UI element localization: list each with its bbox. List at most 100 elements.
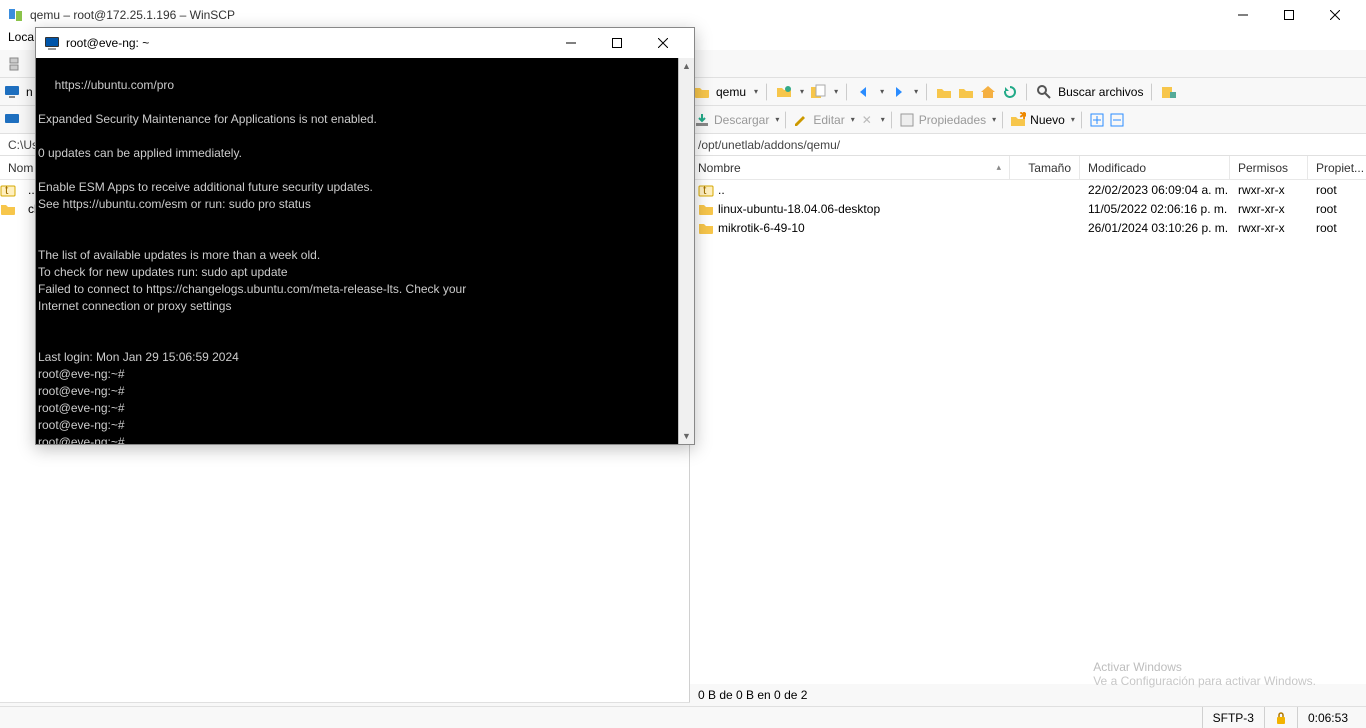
connection-status <box>1264 707 1297 728</box>
terminal-text: https://ubuntu.com/pro Expanded Security… <box>38 78 466 444</box>
chevron-down-icon[interactable]: ▾ <box>775 115 779 124</box>
separator <box>891 111 893 129</box>
folder-new-icon[interactable] <box>776 84 792 100</box>
scroll-down-icon[interactable]: ▼ <box>679 428 694 444</box>
chevron-down-icon[interactable]: ▾ <box>800 87 804 96</box>
scrollbar-track[interactable] <box>679 74 694 428</box>
svg-text:✱: ✱ <box>1019 112 1026 122</box>
separator <box>1081 111 1083 129</box>
file-modified: 11/05/2022 02:06:16 p. m. <box>1080 202 1230 216</box>
putty-icon <box>44 35 60 51</box>
terminal-scrollbar[interactable]: ▲ ▼ <box>678 58 694 444</box>
close-button[interactable] <box>1312 0 1358 30</box>
remote-panel-tools: Descargar ▾ Editar ▾ ✕ ▾ Propiedades ▾ ✱ Nue… <box>690 106 1366 134</box>
remote-list-header: Nombre ▴ Tamaño Modificado Permisos Propi… <box>690 156 1366 180</box>
folder-icon <box>0 201 16 217</box>
download-button[interactable]: Descargar <box>714 113 769 127</box>
terminal-titlebar[interactable]: root@eve-ng: ~ <box>36 28 694 58</box>
scroll-up-icon[interactable]: ▲ <box>679 58 694 74</box>
file-name: linux-ubuntu-18.04.06-desktop <box>718 202 880 216</box>
separator <box>1151 83 1153 101</box>
col-name-text: Nombre <box>698 161 741 175</box>
remote-list-body[interactable]: t..22/02/2023 06:09:04 a. m.rwxr-xr-xroo… <box>690 180 1366 686</box>
terminal-close-button[interactable] <box>640 28 686 58</box>
main-titlebar: qemu – root@172.25.1.196 – WinSCP <box>0 0 1366 30</box>
remote-folder-label[interactable]: qemu <box>716 85 746 99</box>
monitor-icon[interactable] <box>4 84 20 100</box>
terminal-maximize-button[interactable] <box>594 28 640 58</box>
folder-files-icon[interactable] <box>810 84 826 100</box>
separator <box>1002 111 1004 129</box>
chevron-down-icon[interactable]: ▾ <box>881 115 885 124</box>
folder-icon <box>694 84 710 100</box>
table-row[interactable]: linux-ubuntu-18.04.06-desktop 11/05/2022 … <box>690 199 1366 218</box>
file-owner: root <box>1308 202 1366 216</box>
chevron-down-icon[interactable]: ▾ <box>1071 115 1075 124</box>
col-name[interactable]: Nombre ▴ <box>690 156 1010 179</box>
folder-root-icon[interactable] <box>958 84 974 100</box>
col-size[interactable]: Tamaño <box>1010 156 1080 179</box>
folder-icon <box>698 201 714 217</box>
filter-icon[interactable] <box>1161 84 1177 100</box>
maximize-button[interactable] <box>1266 0 1312 30</box>
table-row[interactable]: mikrotik-6-49-10 26/01/2024 03:10:26 p. m… <box>690 218 1366 237</box>
table-row[interactable]: t.. 22/02/2023 06:09:04 a. m.rwxr-xr-xroo… <box>690 180 1366 199</box>
remote-panel-top: qemu ▾ ▾ ▾ ▾ ▾ Buscar archivos <box>690 78 1366 106</box>
file-name: .. <box>718 183 725 197</box>
separator <box>926 83 928 101</box>
file-owner: root <box>1308 221 1366 235</box>
terminal-minimize-button[interactable] <box>548 28 594 58</box>
file-perms: rwxr-xr-x <box>1230 202 1308 216</box>
terminal-body[interactable]: https://ubuntu.com/pro Expanded Security… <box>36 58 694 444</box>
file-modified: 26/01/2024 03:10:26 p. m. <box>1080 221 1230 235</box>
delete-icon[interactable]: ✕ <box>859 112 875 128</box>
chevron-down-icon[interactable]: ▾ <box>754 87 758 96</box>
local-drive-label: n <box>26 85 33 99</box>
new-icon: ✱ <box>1010 112 1026 128</box>
separator <box>785 111 787 129</box>
refresh-icon[interactable] <box>1002 84 1018 100</box>
search-files-button[interactable]: Buscar archivos <box>1058 85 1143 99</box>
edit-button[interactable]: Editar <box>813 113 844 127</box>
file-owner: root <box>1308 183 1366 197</box>
col-perms[interactable]: Permisos <box>1230 156 1308 179</box>
sync-dirs-icon[interactable] <box>6 56 22 72</box>
bottom-status-bar: SFTP-3 0:06:53 <box>0 706 1366 728</box>
window-title: qemu – root@172.25.1.196 – WinSCP <box>30 8 1220 22</box>
properties-button[interactable]: Propiedades <box>919 113 986 127</box>
chevron-down-icon[interactable]: ▾ <box>851 115 855 124</box>
remote-path[interactable]: /opt/unetlab/addons/qemu/ <box>690 134 1366 156</box>
properties-icon <box>899 112 915 128</box>
up-folder-icon: t <box>698 182 714 198</box>
new-button[interactable]: Nuevo <box>1030 113 1065 127</box>
chevron-down-icon[interactable]: ▾ <box>914 87 918 96</box>
monitor-small-icon[interactable] <box>4 112 20 128</box>
col-modified[interactable]: Modificado <box>1080 156 1230 179</box>
file-perms: rwxr-xr-x <box>1230 183 1308 197</box>
back-icon[interactable] <box>856 84 872 100</box>
separator <box>766 83 768 101</box>
col-owner[interactable]: Propiet... <box>1308 156 1366 179</box>
minimize-button[interactable] <box>1220 0 1266 30</box>
session-time: 0:06:53 <box>1297 707 1358 728</box>
file-modified: 22/02/2023 06:09:04 a. m. <box>1080 183 1230 197</box>
edit-icon <box>793 112 809 128</box>
winscp-icon <box>8 7 24 23</box>
minus-icon[interactable] <box>1109 112 1125 128</box>
folder-up-icon[interactable] <box>936 84 952 100</box>
remote-status-text: 0 B de 0 B en 0 de 2 <box>698 688 807 702</box>
protocol-status: SFTP-3 <box>1202 707 1264 728</box>
lock-icon <box>1275 711 1287 725</box>
chevron-down-icon[interactable]: ▾ <box>880 87 884 96</box>
sort-asc-icon: ▴ <box>996 162 1001 173</box>
separator <box>1026 83 1028 101</box>
file-perms: rwxr-xr-x <box>1230 221 1308 235</box>
chevron-down-icon[interactable]: ▾ <box>834 87 838 96</box>
forward-icon[interactable] <box>890 84 906 100</box>
up-folder-icon: t <box>0 182 16 198</box>
search-icon <box>1036 84 1052 100</box>
home-icon[interactable] <box>980 84 996 100</box>
chevron-down-icon[interactable]: ▾ <box>992 115 996 124</box>
plus-icon[interactable] <box>1089 112 1105 128</box>
file-name: mikrotik-6-49-10 <box>718 221 805 235</box>
